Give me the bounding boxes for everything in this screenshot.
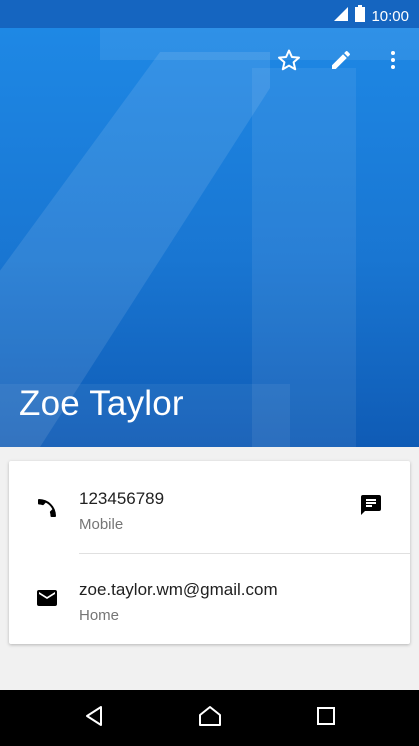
recents-icon <box>316 706 336 731</box>
email-icon <box>33 584 61 612</box>
more-options-button[interactable] <box>367 44 419 80</box>
contact-header: Zoe Taylor <box>0 28 419 447</box>
home-icon <box>198 705 222 732</box>
battery-icon <box>355 5 366 27</box>
phone-icon <box>33 494 61 522</box>
recents-button[interactable] <box>286 690 366 746</box>
star-icon <box>277 48 301 77</box>
status-bar: 10:00 <box>0 0 419 28</box>
phone-number: 123456789 <box>79 489 165 508</box>
message-icon <box>359 493 383 522</box>
back-icon <box>83 705 105 732</box>
email-type: Home <box>79 607 120 624</box>
home-button[interactable] <box>170 690 250 746</box>
email-row[interactable]: zoe.taylor.wm@gmail.com Home <box>9 554 410 644</box>
phone-row[interactable]: 123456789 Mobile <box>9 461 410 551</box>
back-button[interactable] <box>54 690 134 746</box>
edit-contact-button[interactable] <box>315 44 367 80</box>
more-options-icon <box>381 48 405 77</box>
favorite-star-button[interactable] <box>263 44 315 80</box>
contact-name: Zoe Taylor <box>19 384 184 423</box>
email-address: zoe.taylor.wm@gmail.com <box>79 580 278 599</box>
status-time: 10:00 <box>371 7 409 25</box>
phone-type: Mobile <box>79 516 124 533</box>
send-message-button[interactable] <box>356 492 386 522</box>
signal-icon <box>333 6 349 27</box>
navigation-bar <box>0 690 419 746</box>
contact-details-card: 123456789 Mobile zoe.taylor.wm@gmail.com… <box>9 461 410 644</box>
edit-icon <box>329 48 353 77</box>
